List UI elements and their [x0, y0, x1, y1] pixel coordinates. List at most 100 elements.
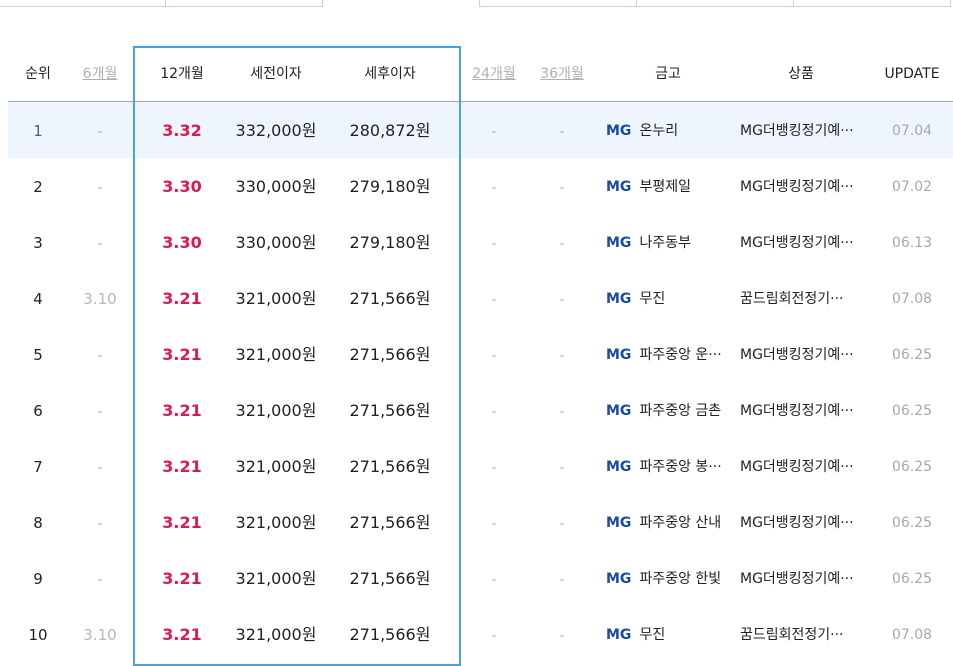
update-date-cell: 07.04 — [891, 123, 933, 139]
post-tax-interest-cell: 271,566원 — [349, 457, 431, 476]
bank-name: 파주중앙 금촌 — [639, 403, 722, 419]
table-row[interactable]: 9 - 3.21 321,000원 271,566원 - - MG 파주중앙 한빛… — [8, 550, 953, 606]
rate-36month-cell: - — [559, 458, 565, 476]
bank-cell[interactable]: MG 나주동부 — [606, 214, 734, 270]
product-link[interactable]: MG더뱅킹정기예··· — [740, 326, 862, 382]
rate-36month-cell: - — [559, 402, 565, 420]
product-link[interactable]: MG더뱅킹정기예··· — [740, 214, 862, 270]
rate-24month-cell: - — [491, 122, 497, 140]
update-date-cell: 07.08 — [891, 627, 933, 643]
pre-tax-interest-cell: 321,000원 — [235, 625, 317, 644]
header-pre-tax-interest: 세전이자 — [250, 66, 302, 82]
bank-name: 부평제일 — [639, 179, 691, 195]
table-row[interactable]: 10 3.10 3.21 321,000원 271,566원 - - MG 무진 … — [8, 606, 953, 662]
tab-group-left[interactable] — [0, 0, 323, 7]
product-link[interactable]: MG더뱅킹정기예··· — [740, 494, 862, 550]
table-row[interactable]: 2 - 3.30 330,000원 279,180원 - - MG 부평제일 MG… — [8, 158, 953, 214]
bank-name: 파주중앙 산내 — [639, 515, 722, 531]
header-24month-tab[interactable]: 24개월 — [470, 46, 518, 102]
header-6month-tab[interactable]: 6개월 — [68, 46, 132, 102]
rate-6month-cell: - — [97, 458, 103, 476]
bank-cell[interactable]: MG 부평제일 — [606, 158, 734, 214]
top-tab-strip — [0, 0, 953, 8]
rank-cell: 10 — [28, 626, 48, 644]
table-row[interactable]: 6 - 3.21 321,000원 271,566원 - - MG 파주중앙 금촌… — [8, 382, 953, 438]
rate-6month-cell: - — [97, 402, 103, 420]
rate-24month-cell: - — [491, 626, 497, 644]
rate-6month-cell: - — [97, 346, 103, 364]
header-product: 상품 — [788, 66, 814, 82]
rank-cell: 9 — [33, 570, 43, 588]
bank-cell[interactable]: MG 온누리 — [606, 102, 734, 158]
bank-cell[interactable]: MG 무진 — [606, 606, 734, 662]
product-link[interactable]: MG더뱅킹정기예··· — [740, 158, 862, 214]
post-tax-interest-cell: 271,566원 — [349, 569, 431, 588]
post-tax-interest-cell: 279,180원 — [349, 177, 431, 196]
table-row[interactable]: 8 - 3.21 321,000원 271,566원 - - MG 파주중앙 산내… — [8, 494, 953, 550]
rank-cell: 5 — [33, 346, 43, 364]
post-tax-interest-cell: 271,566원 — [349, 625, 431, 644]
rank-cell: 4 — [33, 290, 43, 308]
product-link[interactable]: 꿈드림회전정기··· — [740, 606, 862, 662]
tab-group-right[interactable] — [479, 0, 951, 7]
rate-6month-cell: - — [97, 122, 103, 140]
post-tax-interest-cell: 271,566원 — [349, 513, 431, 532]
table-row[interactable]: 3 - 3.30 330,000원 279,180원 - - MG 나주동부 MG… — [8, 214, 953, 270]
product-link[interactable]: MG더뱅킹정기예··· — [740, 102, 862, 158]
header-36month-tab[interactable]: 36개월 — [538, 46, 586, 102]
table-row[interactable]: 7 - 3.21 321,000원 271,566원 - - MG 파주중앙 봉·… — [8, 438, 953, 494]
update-date-cell: 06.25 — [891, 403, 933, 419]
rate-12month-cell: 3.21 — [162, 513, 202, 532]
rate-24month-cell: - — [491, 570, 497, 588]
bank-cell[interactable]: MG 무진 — [606, 270, 734, 326]
bank-name: 파주중앙 봉··· — [639, 459, 722, 475]
bank-cell[interactable]: MG 파주중앙 봉··· — [606, 438, 734, 494]
mg-logo-icon: MG — [606, 571, 632, 587]
rate-36month-cell: - — [559, 234, 565, 252]
update-date-cell: 06.25 — [891, 515, 933, 531]
rate-36month-cell: - — [559, 178, 565, 196]
update-date-cell: 06.25 — [891, 347, 933, 363]
bank-cell[interactable]: MG 파주중앙 산내 — [606, 494, 734, 550]
pre-tax-interest-cell: 330,000원 — [235, 233, 317, 252]
rate-36month-cell: - — [559, 570, 565, 588]
rank-cell: 2 — [33, 178, 43, 196]
rate-24month-cell: - — [491, 234, 497, 252]
rate-6month-cell: - — [97, 514, 103, 532]
mg-logo-icon: MG — [606, 291, 632, 307]
header-post-tax-interest: 세후이자 — [364, 66, 416, 82]
table-row[interactable]: 1 - 3.32 332,000원 280,872원 - - MG 온누리 MG더… — [8, 102, 953, 158]
update-date-cell: 07.02 — [891, 179, 933, 195]
table-header: 순위 6개월 12개월 세전이자 세후이자 24개월 36개월 금고 상품 UP… — [8, 46, 953, 102]
bank-name: 파주중앙 한빛 — [639, 571, 722, 587]
product-link[interactable]: MG더뱅킹정기예··· — [740, 438, 862, 494]
rate-36month-cell: - — [559, 290, 565, 308]
rank-cell: 7 — [33, 458, 43, 476]
bank-cell[interactable]: MG 파주중앙 금촌 — [606, 382, 734, 438]
table-row[interactable]: 4 3.10 3.21 321,000원 271,566원 - - MG 무진 꿈… — [8, 270, 953, 326]
rate-6month-cell: - — [97, 234, 103, 252]
product-link[interactable]: MG더뱅킹정기예··· — [740, 382, 862, 438]
header-rank: 순위 — [25, 66, 51, 82]
update-date-cell: 06.13 — [891, 235, 933, 251]
mg-logo-icon: MG — [606, 627, 632, 643]
rank-cell: 8 — [33, 514, 43, 532]
pre-tax-interest-cell: 321,000원 — [235, 569, 317, 588]
bank-name: 무진 — [639, 627, 666, 643]
table-row[interactable]: 5 - 3.21 321,000원 271,566원 - - MG 파주중앙 운·… — [8, 326, 953, 382]
mg-logo-icon: MG — [606, 235, 632, 251]
bank-cell[interactable]: MG 파주중앙 한빛 — [606, 550, 734, 606]
post-tax-interest-cell: 271,566원 — [349, 345, 431, 364]
rank-cell: 3 — [33, 234, 43, 252]
rate-24month-cell: - — [491, 402, 497, 420]
product-link[interactable]: 꿈드림회전정기··· — [740, 270, 862, 326]
tab-divider — [165, 0, 166, 7]
rate-24month-cell: - — [491, 178, 497, 196]
tab-divider — [636, 0, 637, 7]
rate-12month-cell: 3.30 — [162, 233, 202, 252]
pre-tax-interest-cell: 321,000원 — [235, 457, 317, 476]
bank-cell[interactable]: MG 파주중앙 운··· — [606, 326, 734, 382]
header-12month-tab[interactable]: 12개월 — [148, 46, 216, 102]
product-link[interactable]: MG더뱅킹정기예··· — [740, 550, 862, 606]
bank-name: 나주동부 — [639, 235, 691, 251]
